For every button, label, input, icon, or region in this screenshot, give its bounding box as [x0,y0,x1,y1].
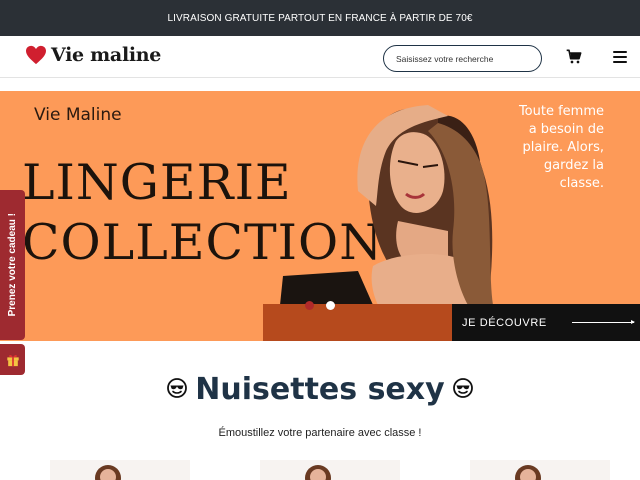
product-card[interactable] [50,460,190,480]
arrow-right-icon [572,320,635,324]
discover-button-label: JE DÉCOUVRE [462,316,547,329]
announcement-bar: LIVRAISON GRATUITE PARTOUT EN FRANCE À P… [0,0,640,36]
brand-name: Vie maline [51,44,162,66]
gift-button[interactable] [0,344,25,375]
hero-accent-strip [263,304,452,341]
discover-button[interactable]: JE DÉCOUVRE [452,304,640,341]
gift-tab[interactable]: Prenez votre cadeau ! [0,190,25,340]
section-title: Nuisettes sexy [0,372,640,407]
site-header: Vie maline [0,36,640,78]
gift-tab-label: Prenez votre cadeau ! [7,213,18,317]
hamburger-menu-icon[interactable] [613,51,627,63]
product-card[interactable] [470,460,610,480]
hero-banner[interactable]: Vie Maline LINGERIE COLLECTION Toute fem… [0,91,640,341]
heart-icon [26,45,46,65]
cart-icon[interactable] [566,49,582,65]
product-card[interactable] [260,460,400,480]
announcement-text: LIVRAISON GRATUITE PARTOUT EN FRANCE À P… [167,12,473,24]
hero-brand: Vie Maline [34,105,122,125]
carousel-dot-2[interactable] [326,301,335,310]
gift-icon [6,354,19,366]
model-photo [280,105,493,305]
smiling-face-with-sunglasses-icon [452,377,473,398]
carousel-dot-1[interactable] [305,301,314,310]
hero-tagline: Toute femme a besoin de plaire. Alors, g… [518,104,604,191]
search-input[interactable] [383,45,542,72]
smiling-face-with-sunglasses-icon [167,377,188,398]
section-subtitle: Émoustillez votre partenaire avec classe… [218,427,422,439]
logo[interactable]: Vie maline [25,44,161,66]
section-title-text: Nuisettes sexy [195,372,445,407]
